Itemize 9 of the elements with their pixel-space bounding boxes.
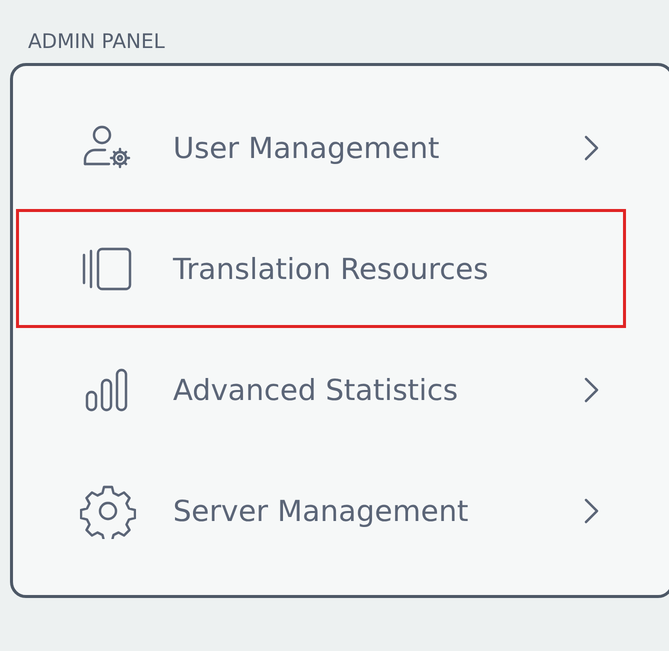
menu-item-label: Translation Resources bbox=[173, 252, 490, 286]
menu-item-label: User Management bbox=[173, 130, 440, 164]
menu-item[interactable]: User Management bbox=[16, 88, 626, 207]
menu-item[interactable]: Advanced Statistics bbox=[16, 330, 626, 449]
menu-item-label: Advanced Statistics bbox=[173, 372, 460, 406]
menu-item[interactable]: Server Management bbox=[16, 451, 626, 570]
section-label: ADMIN PANEL bbox=[28, 28, 166, 55]
menu-item-label: Server Management bbox=[173, 494, 470, 528]
menu-item[interactable]: Translation Resources bbox=[16, 209, 626, 328]
